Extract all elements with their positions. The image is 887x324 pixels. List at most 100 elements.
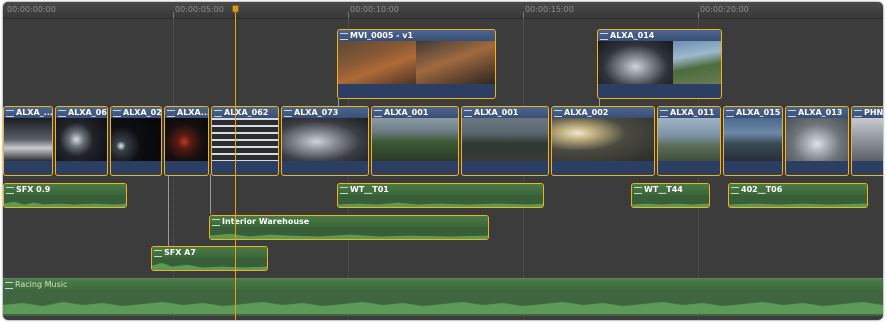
clip-menu-icon xyxy=(154,250,162,257)
storyline-clip[interactable]: ALXA_020 xyxy=(110,106,162,176)
clip-label: ALXA_... xyxy=(16,108,53,117)
clip-label: ALXA_014 xyxy=(610,31,655,40)
clip-menu-icon xyxy=(554,110,562,117)
thumbnail-image xyxy=(56,118,107,161)
clip-label: ALXA_020 xyxy=(123,108,162,117)
thumbnail-image xyxy=(786,118,848,161)
audio-clip-sfx-09[interactable]: SFX 0.9 xyxy=(3,183,127,208)
timecode-label: 00:00:05:00 xyxy=(175,5,224,14)
storyline-clip[interactable]: ALXA_... xyxy=(3,106,53,176)
clip-label: ALXA_013 xyxy=(798,108,843,117)
clip-label: Racing Music xyxy=(15,280,68,289)
storyline-clip[interactable]: ALXA_073 xyxy=(281,106,369,176)
clip-menu-icon xyxy=(6,110,14,117)
clip-menu-icon xyxy=(212,219,220,226)
audio-waveform xyxy=(4,201,126,207)
clip-menu-icon xyxy=(731,187,739,194)
clip-label: 402__T06 xyxy=(741,185,783,194)
audio-clip-402-t06[interactable]: 402__T06 xyxy=(728,183,868,208)
storyline-clip[interactable]: ALXA_064 xyxy=(55,106,108,176)
timecode-ruler[interactable]: 00:00:00:00 00:00:05:00 00:00:10:00 00:0… xyxy=(3,2,883,19)
thumbnail-image xyxy=(4,118,52,161)
clip-label: SFX A7 xyxy=(164,248,196,257)
storyline-clip[interactable]: ALXA... xyxy=(164,106,209,176)
audio-waveform xyxy=(152,262,267,270)
thumbnail-image xyxy=(165,118,208,161)
clip-menu-icon xyxy=(374,110,382,117)
thumbnail-image xyxy=(658,118,720,161)
thumbnail-image xyxy=(212,118,278,161)
thumbnail-image xyxy=(724,118,782,161)
storyline-clip[interactable]: ALXA_002 xyxy=(551,106,655,176)
audio-clip-interior-warehouse[interactable]: Interior Warehouse xyxy=(209,215,489,240)
timecode-label: 00:00:20:00 xyxy=(700,5,749,14)
clip-label: ALXA_062 xyxy=(224,108,269,117)
storyline-clip[interactable]: ALXA_001 xyxy=(461,106,549,176)
clip-label: PHN xyxy=(864,108,883,117)
clip-menu-icon xyxy=(660,110,668,117)
thumbnail-image xyxy=(852,118,883,161)
thumbnail-image xyxy=(372,118,458,161)
thumbnail-image xyxy=(111,118,161,161)
audio-clip-wt-t44[interactable]: WT__T44 xyxy=(631,183,710,208)
storyline-clip[interactable]: ALXA_011 xyxy=(657,106,721,176)
clip-label: ALXA_002 xyxy=(564,108,609,117)
playhead-handle[interactable] xyxy=(232,5,239,13)
clip-label: ALXA_064 xyxy=(68,108,108,117)
clip-menu-icon xyxy=(600,33,608,40)
clip-menu-icon xyxy=(167,110,175,117)
clip-menu-icon xyxy=(634,187,642,194)
clip-menu-icon xyxy=(854,110,862,117)
video-clip-alxa-014[interactable]: ALXA_014 xyxy=(597,29,722,99)
clip-label: ALXA_001 xyxy=(474,108,519,117)
clip-label: WT__T01 xyxy=(350,185,389,194)
audio-clip-wt-t01[interactable]: WT__T01 xyxy=(337,183,544,208)
thumbnail-image xyxy=(673,41,721,84)
clip-label: SFX 0.9 xyxy=(16,185,51,194)
audio-waveform xyxy=(210,233,488,239)
timecode-label: 00:00:00:00 xyxy=(7,5,56,14)
audio-waveform xyxy=(338,202,543,207)
clip-menu-icon xyxy=(5,282,13,289)
clip-label: ALXA_015 xyxy=(736,108,781,117)
storyline-clip[interactable]: ALXA_015 xyxy=(723,106,783,176)
clip-label: ALXA... xyxy=(177,108,209,117)
clip-menu-icon xyxy=(214,110,222,117)
clip-connector xyxy=(168,174,169,246)
storyline-clip[interactable]: ALXA_062 xyxy=(211,106,279,176)
playhead[interactable] xyxy=(235,7,236,320)
thumbnail-image xyxy=(462,118,548,161)
thumbnail-image xyxy=(552,118,654,161)
storyline-clip[interactable]: PHN xyxy=(851,106,883,176)
audio-waveform xyxy=(729,203,867,207)
audio-clip-sfx-a7[interactable]: SFX A7 xyxy=(151,246,268,271)
music-track-racing-music[interactable]: Racing Music xyxy=(3,278,883,316)
clip-menu-icon xyxy=(6,187,14,194)
audio-waveform xyxy=(632,203,709,207)
storyline-clip[interactable]: ALXA_001 xyxy=(371,106,459,176)
thumbnail-image xyxy=(416,41,495,84)
clip-menu-icon xyxy=(284,110,292,117)
clip-label: WT__T44 xyxy=(644,185,683,194)
timecode-label: 00:00:10:00 xyxy=(350,5,399,14)
thumbnail-image xyxy=(598,41,673,84)
clip-menu-icon xyxy=(340,187,348,194)
timecode-label: 00:00:15:00 xyxy=(525,5,574,14)
timeline[interactable]: 00:00:00:00 00:00:05:00 00:00:10:00 00:0… xyxy=(3,2,883,320)
clip-menu-icon xyxy=(726,110,734,117)
clip-menu-icon xyxy=(113,110,121,117)
clip-label: ALXA_073 xyxy=(294,108,339,117)
clip-menu-icon xyxy=(58,110,66,117)
clip-menu-icon xyxy=(788,110,796,117)
thumbnail-image xyxy=(338,41,416,84)
video-clip-mvi-0005[interactable]: MVI_0005 - v1 xyxy=(337,29,496,99)
storyline-clip[interactable]: ALXA_013 xyxy=(785,106,849,176)
clip-menu-icon xyxy=(340,33,348,40)
audio-waveform xyxy=(3,302,883,314)
thumbnail-image xyxy=(282,118,368,161)
clip-connector xyxy=(210,174,211,214)
clip-label: MVI_0005 - v1 xyxy=(350,31,414,40)
clip-label: ALXA_001 xyxy=(384,108,429,117)
clip-label: ALXA_011 xyxy=(670,108,715,117)
clip-menu-icon xyxy=(464,110,472,117)
